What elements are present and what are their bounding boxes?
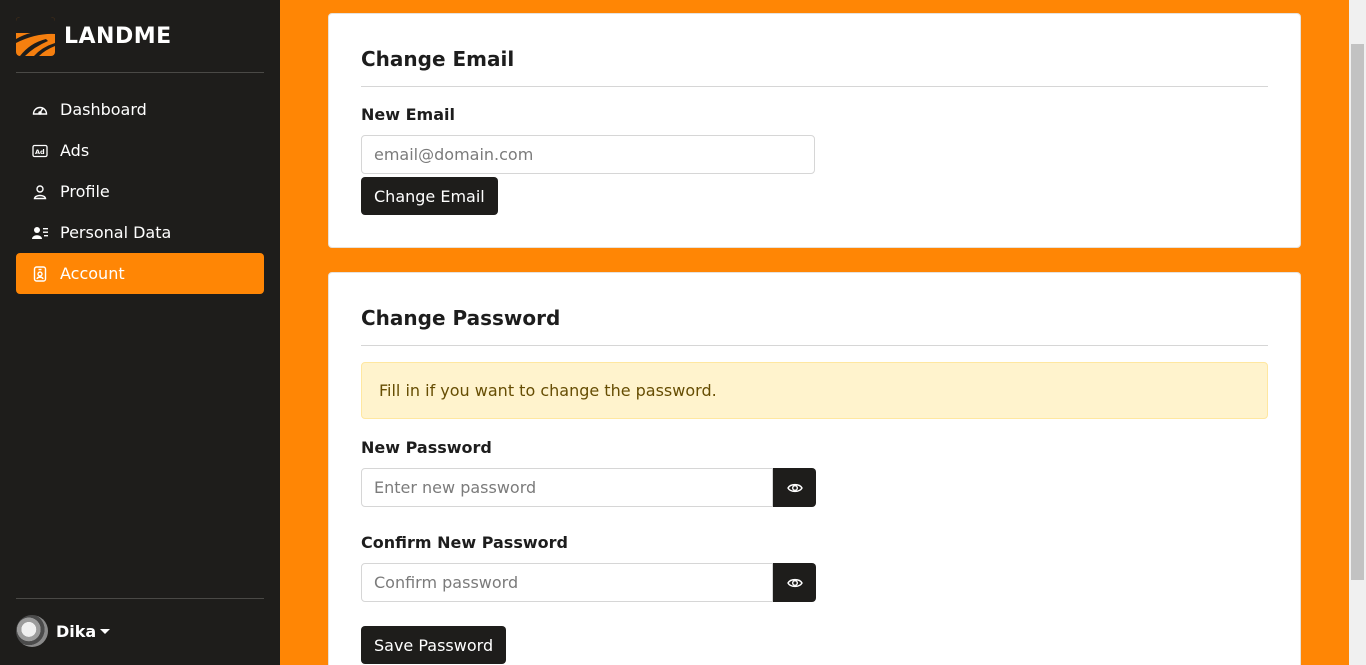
- sidebar: LANDME Dashboard Ad Ads Profile Personal…: [0, 0, 280, 665]
- sidebar-item-profile[interactable]: Profile: [16, 171, 264, 212]
- new-password-label: New Password: [361, 438, 492, 457]
- sidebar-item-label: Account: [60, 264, 125, 283]
- card-title: Change Email: [361, 47, 515, 71]
- person-icon: [32, 184, 48, 200]
- sidebar-item-personal-data[interactable]: Personal Data: [16, 212, 264, 253]
- sidebar-item-label: Dashboard: [60, 100, 147, 119]
- confirm-password-input[interactable]: [361, 563, 773, 602]
- new-password-input[interactable]: [361, 468, 773, 507]
- dashboard-icon: [32, 102, 48, 118]
- brand[interactable]: LANDME: [16, 16, 172, 56]
- sidebar-item-label: Profile: [60, 182, 110, 201]
- page-scrollbar[interactable]: [1349, 0, 1366, 665]
- caret-down-icon: [100, 628, 111, 634]
- toggle-confirm-visibility-button[interactable]: [773, 563, 816, 602]
- toggle-password-visibility-button[interactable]: [773, 468, 816, 507]
- user-menu[interactable]: Dika: [16, 615, 111, 647]
- card-divider: [361, 86, 1268, 87]
- sidebar-item-ads[interactable]: Ad Ads: [16, 130, 264, 171]
- brand-name: LANDME: [64, 23, 172, 49]
- change-email-button[interactable]: Change Email: [361, 177, 498, 215]
- sidebar-nav: Dashboard Ad Ads Profile Personal Data A…: [16, 89, 264, 294]
- sidebar-divider: [16, 598, 264, 599]
- landme-logo-icon: [16, 16, 55, 56]
- scrollbar-thumb[interactable]: [1351, 44, 1364, 580]
- svg-text:Ad: Ad: [35, 148, 45, 156]
- eye-icon: [786, 578, 803, 587]
- person-badge-icon: [32, 265, 48, 282]
- save-password-button[interactable]: Save Password: [361, 626, 507, 664]
- avatar: [16, 615, 48, 647]
- info-alert: Fill in if you want to change the passwo…: [361, 362, 1268, 419]
- confirm-password-label: Confirm New Password: [361, 533, 568, 552]
- sidebar-divider: [16, 72, 264, 73]
- change-email-card: Change Email New Email Change Email: [328, 13, 1301, 248]
- ad-icon: Ad: [32, 143, 48, 159]
- username: Dika: [56, 621, 97, 641]
- new-email-label: New Email: [361, 105, 455, 124]
- alert-text: Fill in if you want to change the passwo…: [379, 381, 717, 400]
- card-divider: [361, 345, 1268, 346]
- eye-icon: [786, 483, 803, 492]
- sidebar-item-account[interactable]: Account: [16, 253, 264, 294]
- sidebar-item-label: Ads: [60, 141, 90, 160]
- sidebar-item-dashboard[interactable]: Dashboard: [16, 89, 264, 130]
- card-title: Change Password: [361, 306, 561, 330]
- person-lines-icon: [32, 225, 48, 241]
- change-password-card: Change Password Fill in if you want to c…: [328, 272, 1301, 665]
- sidebar-item-label: Personal Data: [60, 223, 172, 242]
- email-input[interactable]: [361, 135, 815, 174]
